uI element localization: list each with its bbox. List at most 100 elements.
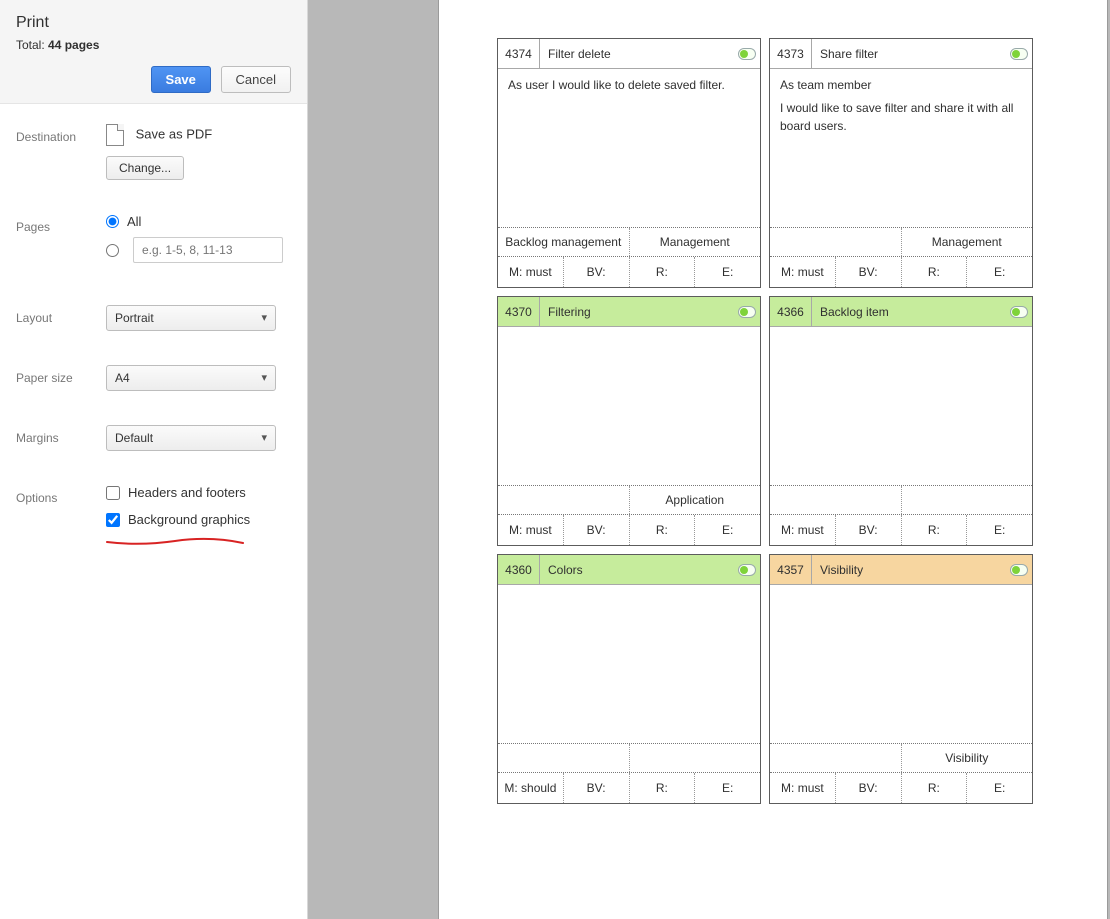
toggle-icon xyxy=(738,564,756,576)
card-meta: M: must xyxy=(770,515,835,545)
card-toggle[interactable] xyxy=(734,297,760,326)
card-meta: M: must xyxy=(498,515,563,545)
print-sidebar: Print Total: 44 pages Save Cancel Destin… xyxy=(0,0,308,919)
card: 4360ColorsM: shouldBV:R:E: xyxy=(497,554,761,804)
change-destination-button[interactable]: Change... xyxy=(106,156,184,180)
card-header: 4366Backlog item xyxy=(770,297,1032,327)
card-title: Filtering xyxy=(540,297,734,326)
card-id: 4370 xyxy=(498,297,540,326)
paper-size-label: Paper size xyxy=(16,365,106,385)
card-meta-row: M: mustBV:R:E: xyxy=(770,773,1032,803)
destination-body: Save as PDF Change... xyxy=(106,124,291,180)
card-body-line: I would like to save filter and share it… xyxy=(780,100,1022,135)
card-body-line: As user I would like to delete saved fil… xyxy=(508,77,750,94)
card: 4366Backlog item M: mustBV:R:E: xyxy=(769,296,1033,546)
card-title: Visibility xyxy=(812,555,1006,584)
card-meta: R: xyxy=(629,773,695,803)
card-id: 4373 xyxy=(770,39,812,68)
headers-footers-label: Headers and footers xyxy=(128,485,246,500)
card-meta: BV: xyxy=(563,773,629,803)
card-tag xyxy=(770,744,901,772)
card-title: Colors xyxy=(540,555,734,584)
background-graphics-option[interactable]: Background graphics xyxy=(106,512,291,527)
card-meta: BV: xyxy=(563,515,629,545)
row-pages: Pages All xyxy=(16,204,291,295)
card-tag: Visibility xyxy=(901,744,1033,772)
pages-all-radio[interactable] xyxy=(106,215,119,228)
destination-value: Save as PDF xyxy=(136,126,213,141)
layout-select[interactable]: Portrait xyxy=(106,305,276,331)
card-toggle[interactable] xyxy=(734,39,760,68)
card-meta-row: M: mustBV:R:E: xyxy=(498,515,760,545)
card-header: 4360Colors xyxy=(498,555,760,585)
card: 4370FilteringApplicationM: mustBV:R:E: xyxy=(497,296,761,546)
card-meta: R: xyxy=(901,773,967,803)
card-body xyxy=(498,327,760,485)
card: 4374Filter deleteAs user I would like to… xyxy=(497,38,761,288)
row-margins: Margins Default xyxy=(16,415,291,475)
card-meta: BV: xyxy=(835,773,901,803)
card-body xyxy=(498,585,760,743)
card-header: 4357Visibility xyxy=(770,555,1032,585)
card-meta: E: xyxy=(694,773,760,803)
settings-area: Destination Save as PDF Change... Pages … xyxy=(0,104,307,563)
card-tag xyxy=(498,744,629,772)
toggle-icon xyxy=(1010,306,1028,318)
card-tag-row: Management xyxy=(770,227,1032,257)
options-label: Options xyxy=(16,485,106,505)
card-meta: BV: xyxy=(835,515,901,545)
save-button[interactable]: Save xyxy=(151,66,211,93)
card-meta: M: must xyxy=(770,257,835,287)
destination-label: Destination xyxy=(16,124,106,144)
card-header: 4370Filtering xyxy=(498,297,760,327)
card-meta-row: M: mustBV:R:E: xyxy=(770,257,1032,287)
headers-footers-option[interactable]: Headers and footers xyxy=(106,485,291,500)
file-icon xyxy=(106,124,124,146)
card-toggle[interactable] xyxy=(1006,555,1032,584)
card-toggle[interactable] xyxy=(1006,39,1032,68)
card-meta: R: xyxy=(901,257,967,287)
card-meta: R: xyxy=(901,515,967,545)
card-meta: E: xyxy=(966,515,1032,545)
row-paper: Paper size A4 xyxy=(16,355,291,415)
card-meta: BV: xyxy=(835,257,901,287)
pages-range-radio[interactable] xyxy=(106,244,119,257)
row-destination: Destination Save as PDF Change... xyxy=(16,114,291,204)
background-graphics-checkbox[interactable] xyxy=(106,513,120,527)
destination-value-line: Save as PDF xyxy=(106,124,291,146)
card: 4357VisibilityVisibilityM: mustBV:R:E: xyxy=(769,554,1033,804)
pages-label: Pages xyxy=(16,214,106,234)
pages-range-input[interactable] xyxy=(133,237,283,263)
headers-footers-checkbox[interactable] xyxy=(106,486,120,500)
annotation-underline xyxy=(105,535,245,545)
background-graphics-label: Background graphics xyxy=(128,512,250,527)
card-tag xyxy=(498,486,629,514)
pages-all-label: All xyxy=(127,214,141,229)
pages-range-option[interactable] xyxy=(106,237,291,263)
card-id: 4360 xyxy=(498,555,540,584)
cancel-button[interactable]: Cancel xyxy=(221,66,291,93)
card-grid: 4374Filter deleteAs user I would like to… xyxy=(497,38,1033,804)
card-tag xyxy=(901,486,1033,514)
card-tag: Management xyxy=(901,228,1033,256)
card-tag: Backlog management xyxy=(498,228,629,256)
pages-all-option[interactable]: All xyxy=(106,214,291,229)
card-tag-row xyxy=(498,743,760,773)
pages-body: All xyxy=(106,214,291,271)
card-toggle[interactable] xyxy=(1006,297,1032,326)
card-title: Filter delete xyxy=(540,39,734,68)
card-tag-row xyxy=(770,485,1032,515)
card-toggle[interactable] xyxy=(734,555,760,584)
card: 4373Share filterAs team memberI would li… xyxy=(769,38,1033,288)
card-meta: E: xyxy=(694,257,760,287)
card-meta: E: xyxy=(966,257,1032,287)
card-tag-row: Backlog managementManagement xyxy=(498,227,760,257)
card-meta: R: xyxy=(629,257,695,287)
total-prefix: Total: xyxy=(16,38,48,52)
card-meta: E: xyxy=(966,773,1032,803)
paper-size-select[interactable]: A4 xyxy=(106,365,276,391)
card-body: As user I would like to delete saved fil… xyxy=(498,69,760,227)
margins-select[interactable]: Default xyxy=(106,425,276,451)
sidebar-header: Print Total: 44 pages Save Cancel xyxy=(0,0,307,104)
toggle-icon xyxy=(738,306,756,318)
